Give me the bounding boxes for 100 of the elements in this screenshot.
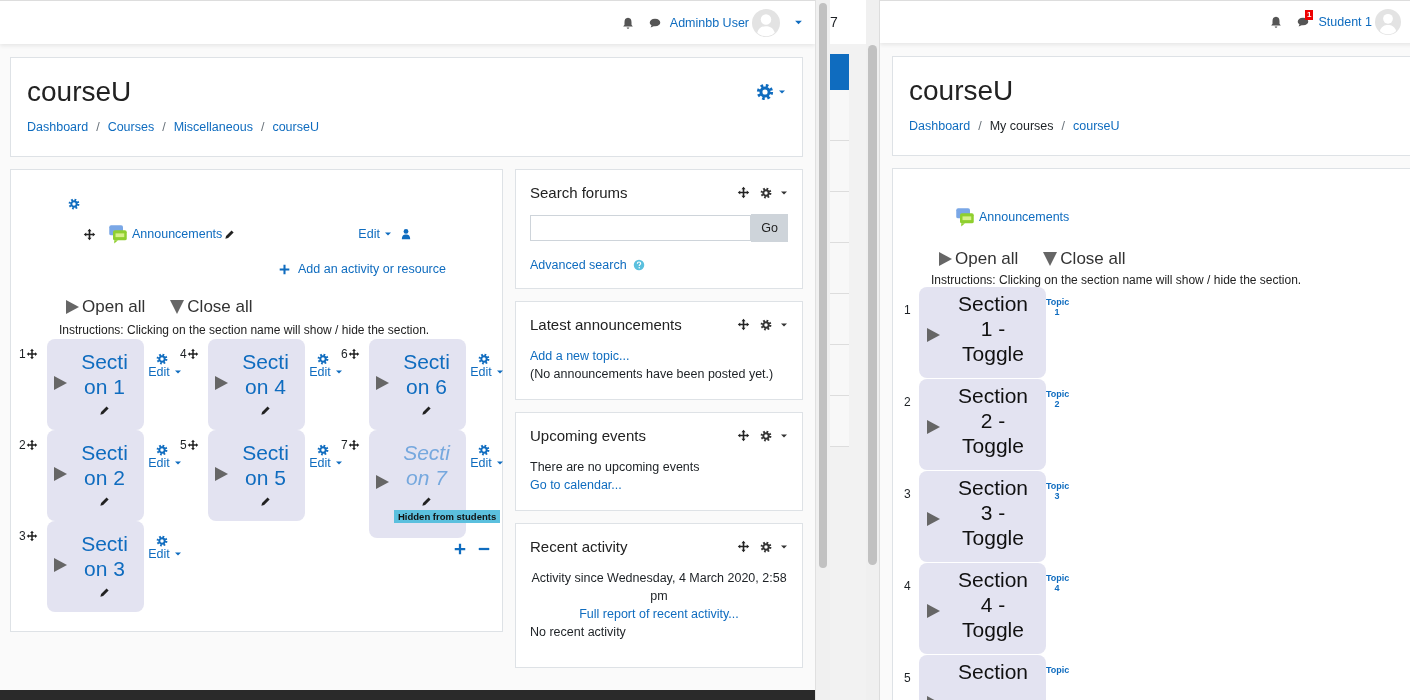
section-title[interactable]: Section 1 <box>77 349 132 399</box>
section-title[interactable]: Section 2 - Toggle <box>951 383 1035 458</box>
edit-menu[interactable]: Edit <box>470 456 492 470</box>
triangle-right-icon[interactable] <box>925 418 941 435</box>
topic-link[interactable]: Topic 3 <box>1046 481 1068 501</box>
pencil-icon[interactable] <box>99 496 110 507</box>
breadcrumb-link[interactable]: courseU <box>1073 119 1120 133</box>
section-title[interactable]: Section 5 <box>238 440 293 490</box>
topic-link[interactable]: Topic 4 <box>1046 573 1068 593</box>
section-title[interactable]: Section 3 - Toggle <box>951 475 1035 550</box>
move-icon[interactable] <box>737 540 750 553</box>
search-field[interactable] <box>530 215 751 241</box>
scrollbar[interactable] <box>815 0 830 700</box>
full-report-link[interactable]: Full report of recent activity... <box>579 607 739 621</box>
move-icon[interactable] <box>25 530 38 542</box>
triangle-right-icon[interactable] <box>937 251 953 267</box>
settings-icon[interactable] <box>317 444 329 456</box>
move-icon[interactable] <box>186 439 199 451</box>
settings-icon[interactable] <box>478 353 490 365</box>
notification-bell-icon[interactable] <box>1269 15 1284 29</box>
pencil-icon[interactable] <box>260 405 271 416</box>
caret-icon[interactable] <box>778 88 786 96</box>
settings-icon[interactable] <box>760 540 772 553</box>
triangle-right-icon[interactable] <box>52 465 68 482</box>
breadcrumb-link[interactable]: Courses <box>107 120 155 134</box>
edit-menu[interactable]: Edit <box>309 365 331 379</box>
section-title[interactable]: Section <box>951 659 1035 684</box>
move-icon[interactable] <box>737 186 750 199</box>
section-title[interactable]: Section 1 - Toggle <box>951 291 1035 366</box>
user-menu-link[interactable]: Student 1 <box>1318 15 1372 29</box>
caret-icon[interactable] <box>794 18 803 27</box>
breadcrumb-link[interactable]: Dashboard <box>27 120 89 134</box>
caret-icon[interactable] <box>173 550 182 558</box>
pencil-icon[interactable] <box>99 587 110 598</box>
calendar-link[interactable]: Go to calendar... <box>530 476 788 494</box>
pencil-icon[interactable] <box>260 496 271 507</box>
add-topic-link[interactable]: Add a new topic... <box>530 347 788 365</box>
topic-link[interactable]: Topic 2 <box>1046 389 1068 409</box>
breadcrumb-link[interactable]: Miscellaneous <box>173 120 253 134</box>
pencil-icon[interactable] <box>421 405 432 416</box>
triangle-right-icon[interactable] <box>64 299 80 315</box>
notification-bell-icon[interactable] <box>620 15 635 30</box>
triangle-down-icon[interactable] <box>169 299 186 315</box>
caret-icon[interactable] <box>383 230 392 238</box>
caret-icon[interactable] <box>173 368 182 376</box>
settings-icon[interactable] <box>756 83 774 101</box>
user-menu-link[interactable]: Adminbb User <box>669 15 749 30</box>
triangle-down-icon[interactable] <box>1042 251 1059 267</box>
caret-icon[interactable] <box>173 459 182 467</box>
settings-icon[interactable] <box>156 353 168 365</box>
topic-link[interactable]: Topic <box>1046 665 1068 675</box>
edit-menu[interactable]: Edit <box>148 365 170 379</box>
section-title[interactable]: Section 4 <box>238 349 293 399</box>
close-all-link[interactable]: Close all <box>1060 249 1126 269</box>
triangle-right-icon[interactable] <box>213 465 229 482</box>
settings-icon[interactable] <box>156 444 168 456</box>
breadcrumb-link[interactable]: Dashboard <box>909 119 971 133</box>
move-icon[interactable] <box>186 348 199 360</box>
section-title[interactable]: Section 2 <box>77 440 132 490</box>
activity-link[interactable]: Announcements <box>979 210 1070 224</box>
settings-icon[interactable] <box>156 535 168 547</box>
triangle-right-icon[interactable] <box>374 374 390 391</box>
go-button[interactable]: Go <box>751 214 788 242</box>
section-title[interactable]: Section 3 <box>77 531 132 581</box>
triangle-right-icon[interactable] <box>374 473 390 490</box>
caret-icon[interactable] <box>334 459 343 467</box>
move-icon[interactable] <box>347 348 360 360</box>
triangle-right-icon[interactable] <box>925 510 941 527</box>
settings-icon[interactable] <box>478 444 490 456</box>
settings-icon[interactable] <box>760 429 772 442</box>
edit-menu[interactable]: Edit <box>148 547 170 561</box>
triangle-right-icon[interactable] <box>52 556 68 573</box>
move-icon[interactable] <box>737 318 750 331</box>
settings-icon[interactable] <box>760 318 772 331</box>
open-all-link[interactable]: Open all <box>955 249 1019 269</box>
pencil-icon[interactable] <box>99 405 110 416</box>
section-title[interactable]: Section 4 - Toggle <box>951 567 1035 642</box>
edit-menu[interactable]: Edit <box>309 456 331 470</box>
triangle-right-icon[interactable] <box>213 374 229 391</box>
activity-link[interactable]: Announcements <box>132 227 223 241</box>
open-all-link[interactable]: Open all <box>82 297 146 317</box>
person-icon[interactable] <box>399 228 412 240</box>
breadcrumb-link[interactable]: courseU <box>272 120 319 134</box>
move-icon[interactable] <box>83 227 96 241</box>
plus-icon[interactable] <box>454 543 466 555</box>
caret-icon[interactable] <box>495 459 504 467</box>
move-icon[interactable] <box>347 439 360 451</box>
edit-menu[interactable]: Edit <box>358 227 380 241</box>
triangle-right-icon[interactable] <box>925 326 941 343</box>
advanced-search-link[interactable]: Advanced search <box>530 258 627 272</box>
plus-icon[interactable] <box>279 263 290 275</box>
topic-link[interactable]: Topic 1 <box>1046 297 1068 317</box>
move-icon[interactable] <box>737 429 750 442</box>
settings-icon[interactable] <box>760 186 772 199</box>
close-all-link[interactable]: Close all <box>187 297 253 317</box>
move-icon[interactable] <box>25 348 38 360</box>
pencil-icon[interactable] <box>224 228 236 240</box>
edit-menu[interactable]: Edit <box>148 456 170 470</box>
edit-menu[interactable]: Edit <box>470 365 492 379</box>
settings-icon[interactable] <box>68 198 80 210</box>
